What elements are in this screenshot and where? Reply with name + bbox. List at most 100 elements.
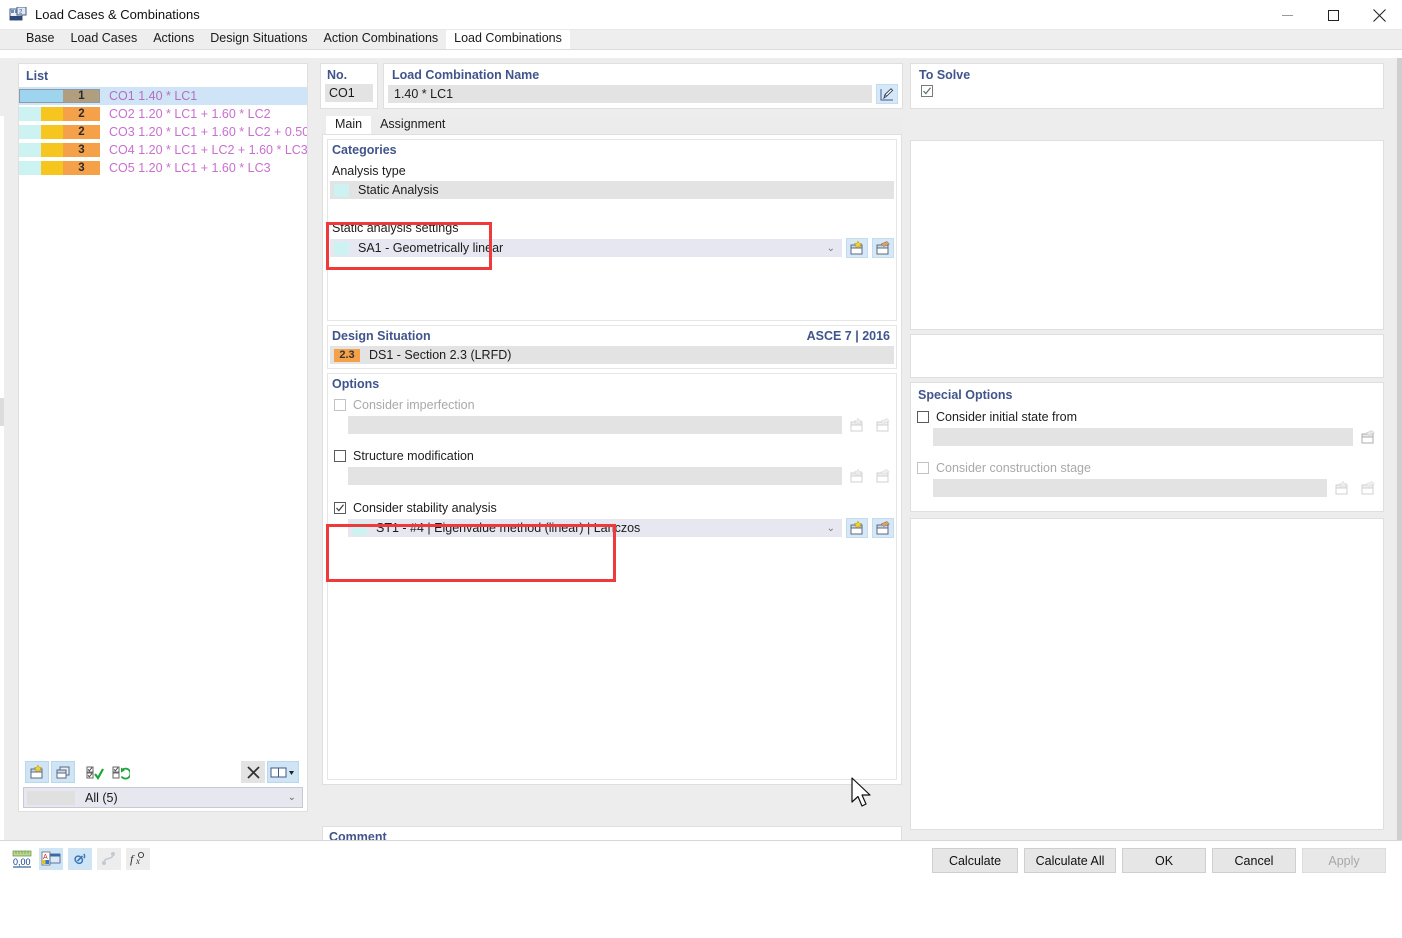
copy-icon[interactable] bbox=[51, 761, 75, 783]
mouse-cursor bbox=[850, 776, 876, 812]
stability-dropdown[interactable]: ST1 - #4 | Eigenvalue method (linear) | … bbox=[348, 519, 842, 537]
row-formula: 1.20 * LC1 + 1.60 * LC2 bbox=[138, 107, 270, 121]
row-formula: 1.20 * LC1 + 1.60 * LC2 + 0.50 * LC3 bbox=[138, 125, 307, 139]
table-row[interactable]: 1 CO1 1.40 * LC1 bbox=[19, 87, 307, 105]
list-filter-dropdown[interactable]: All (5) ⌄ bbox=[23, 787, 303, 808]
invert-selection-icon[interactable] bbox=[109, 761, 133, 783]
decimal-places-icon[interactable]: 0,00 bbox=[10, 848, 34, 870]
minimize-button[interactable] bbox=[1264, 0, 1310, 30]
chevron-down-icon[interactable]: ⌄ bbox=[827, 523, 835, 534]
consider-initial-state-row[interactable]: Consider initial state from bbox=[911, 406, 1383, 427]
svg-text:x: x bbox=[135, 856, 140, 866]
table-row[interactable]: 3 CO4 1.20 * LC1 + LC2 + 1.60 * LC3 bbox=[19, 141, 307, 159]
calculate-all-button[interactable]: Calculate All bbox=[1024, 848, 1116, 873]
left-edge-strip bbox=[0, 116, 4, 938]
vertical-scrollbar[interactable] bbox=[1397, 58, 1402, 840]
table-row[interactable]: 2 CO2 1.20 * LC1 + 1.60 * LC2 bbox=[19, 105, 307, 123]
situation-number: 2 bbox=[63, 125, 100, 139]
edit-icon[interactable] bbox=[872, 518, 894, 538]
maximize-button[interactable] bbox=[1310, 0, 1356, 30]
calculate-button[interactable]: Calculate bbox=[932, 848, 1018, 873]
edit-icon bbox=[1357, 478, 1379, 498]
columns-icon[interactable] bbox=[267, 761, 299, 783]
tab-action-combinations[interactable]: Action Combinations bbox=[316, 29, 447, 49]
tab-load-combinations[interactable]: Load Combinations bbox=[446, 29, 570, 49]
formula-icon[interactable]: f x bbox=[126, 848, 150, 870]
link-icon[interactable] bbox=[68, 848, 92, 870]
check-all-icon[interactable] bbox=[83, 761, 107, 783]
consider-imperfection-checkbox[interactable] bbox=[334, 399, 346, 411]
tab-actions[interactable]: Actions bbox=[145, 29, 202, 49]
chevron-down-icon[interactable]: ⌄ bbox=[827, 243, 835, 254]
consider-stability-label: Consider stability analysis bbox=[353, 501, 497, 515]
color-swatch-1 bbox=[19, 125, 41, 139]
row-swatches: 1 bbox=[19, 89, 100, 103]
svg-text:f: f bbox=[130, 852, 135, 866]
initial-state-value bbox=[933, 428, 1353, 446]
window-title: Load Cases & Combinations bbox=[35, 7, 200, 22]
row-formula: 1.20 * LC1 + 1.60 * LC3 bbox=[138, 161, 270, 175]
row-code: CO5 bbox=[109, 161, 135, 175]
table-row[interactable]: 2 CO3 1.20 * LC1 + 1.60 * LC2 + 0.50 * L… bbox=[19, 123, 307, 141]
name-field-row: 1.40 * LC1 bbox=[384, 84, 902, 104]
consider-imperfection-row[interactable]: Consider imperfection bbox=[328, 394, 896, 415]
consider-construction-stage-row: Consider construction stage bbox=[911, 457, 1383, 478]
to-solve-header: To Solve bbox=[911, 64, 1383, 85]
ok-button[interactable]: OK bbox=[1122, 848, 1206, 873]
new-icon bbox=[846, 466, 868, 486]
structure-modification-checkbox[interactable] bbox=[334, 450, 346, 462]
edit-icon[interactable] bbox=[1357, 427, 1379, 447]
tab-main[interactable]: Main bbox=[326, 116, 371, 134]
edit-icon[interactable] bbox=[876, 84, 898, 104]
edit-icon[interactable] bbox=[872, 238, 894, 258]
analysis-type-value[interactable]: Static Analysis bbox=[330, 181, 894, 199]
color-swatch-2 bbox=[41, 89, 63, 103]
table-row[interactable]: 3 CO5 1.20 * LC1 + 1.60 * LC3 bbox=[19, 159, 307, 177]
tab-load-cases[interactable]: Load Cases bbox=[63, 29, 146, 49]
chevron-down-icon[interactable]: ⌄ bbox=[288, 792, 296, 803]
structure-modification-row[interactable]: Structure modification bbox=[328, 445, 896, 466]
new-icon[interactable] bbox=[25, 761, 49, 783]
right-bottom-card bbox=[910, 518, 1384, 830]
cancel-button[interactable]: Cancel bbox=[1212, 848, 1296, 873]
design-situation-value[interactable]: 2.3 DS1 - Section 2.3 (LRFD) bbox=[330, 346, 894, 364]
main-content-card: Categories Analysis type Static Analysis… bbox=[322, 134, 902, 785]
list-rows: 1 CO1 1.40 * LC1 2 CO2 1.20 * LC1 + 1.60… bbox=[19, 87, 307, 759]
special-options-card: Special Options Consider initial state f… bbox=[910, 382, 1384, 512]
structure-modification-value bbox=[348, 467, 842, 485]
consider-stability-row[interactable]: Consider stability analysis bbox=[328, 497, 896, 518]
row-code: CO1 bbox=[109, 89, 135, 103]
analysis-type-swatch bbox=[334, 184, 349, 197]
tab-assignment[interactable]: Assignment bbox=[371, 116, 454, 134]
svg-text:0,00: 0,00 bbox=[13, 857, 31, 867]
delete-icon[interactable] bbox=[241, 761, 265, 783]
footer-bar: 0,00 A bbox=[0, 840, 1402, 880]
number-field-value[interactable]: CO1 bbox=[325, 84, 373, 102]
relations-icon bbox=[97, 848, 121, 870]
title-bar: 2 Load Cases & Combinations bbox=[0, 0, 1402, 30]
new-icon[interactable] bbox=[846, 518, 868, 538]
tab-base[interactable]: Base bbox=[18, 29, 63, 49]
list-panel: List 1 CO1 1.40 * LC1 2 CO2 1.20 * LC1 +… bbox=[18, 63, 308, 812]
close-button[interactable] bbox=[1356, 0, 1402, 30]
initial-state-value-row bbox=[911, 427, 1383, 447]
left-edge-handle[interactable] bbox=[0, 398, 4, 426]
consider-initial-state-checkbox[interactable] bbox=[917, 411, 929, 423]
color-swatch-2 bbox=[41, 143, 63, 157]
color-swatch-2 bbox=[41, 107, 63, 121]
imperfection-value-row bbox=[328, 415, 896, 435]
tab-design-situations[interactable]: Design Situations bbox=[202, 29, 315, 49]
static-settings-dropdown[interactable]: SA1 - Geometrically linear ⌄ bbox=[330, 239, 842, 257]
apply-button: Apply bbox=[1302, 848, 1386, 873]
name-input[interactable]: 1.40 * LC1 bbox=[388, 85, 872, 103]
row-label: CO2 1.20 * LC1 + 1.60 * LC2 bbox=[100, 107, 271, 121]
consider-stability-checkbox[interactable] bbox=[334, 502, 346, 514]
new-icon[interactable] bbox=[846, 238, 868, 258]
to-solve-checkbox[interactable] bbox=[921, 85, 933, 97]
main-tab-strip: Base Load Cases Actions Design Situation… bbox=[0, 30, 1402, 50]
color-swatch-1 bbox=[19, 143, 41, 157]
new-icon bbox=[1331, 478, 1353, 498]
stability-value-text: ST1 - #4 | Eigenvalue method (linear) | … bbox=[376, 521, 640, 535]
right-top-card bbox=[910, 140, 1384, 330]
colors-icon[interactable]: A bbox=[39, 848, 63, 870]
